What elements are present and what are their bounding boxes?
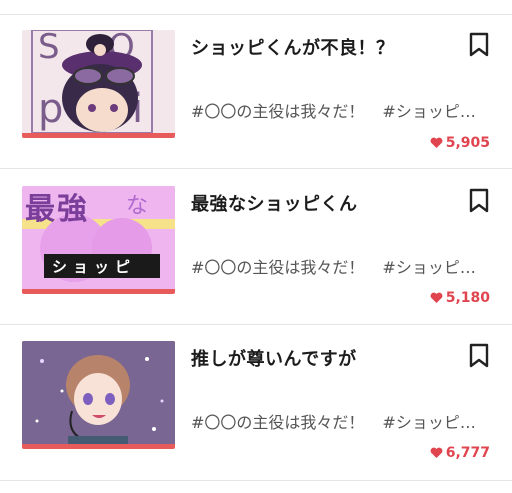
item-title[interactable]: ショッピくんが不良！？	[191, 34, 395, 60]
thumbnail-banner-text: ショッピ	[52, 258, 137, 276]
tag[interactable]: #〇〇の主役は我々だ！	[191, 258, 364, 277]
thumbnail-small-text: な	[126, 194, 149, 219]
bookmark-icon[interactable]	[468, 32, 490, 58]
divider	[0, 168, 512, 169]
item-title[interactable]: 推しが尊いんですが	[191, 345, 357, 371]
divider	[0, 480, 512, 481]
like-count-value: 5,180	[445, 290, 490, 306]
list-item[interactable]: S O p i ショッピくんが不良！？ #〇〇の主役は我々だ！ #ショッピ… 5,…	[0, 20, 512, 170]
tag-list: #〇〇の主役は我々だ！ #ショッピ…	[191, 254, 494, 278]
item-title[interactable]: 最強なショッピくん	[191, 190, 358, 216]
tag-list: #〇〇の主役は我々だ！ #ショッピ…	[191, 98, 494, 122]
like-count: 6,777	[430, 445, 490, 461]
list-item[interactable]: 最強 な ショッピ 最強なショッピくん #〇〇の主役は我々だ！ #ショッピ… 5,…	[0, 176, 512, 326]
thumbnail-art	[22, 341, 175, 444]
like-count-value: 6,777	[445, 445, 490, 461]
heart-icon	[430, 292, 443, 303]
like-count: 5,905	[430, 135, 490, 151]
heart-icon	[430, 137, 443, 148]
like-count: 5,180	[430, 290, 490, 306]
tag[interactable]: #ショッピ…	[382, 258, 475, 277]
tag[interactable]: #〇〇の主役は我々だ！	[191, 413, 364, 432]
thumbnail-image[interactable]: 最強 な ショッピ	[22, 186, 175, 294]
thumbnail-image[interactable]	[22, 341, 175, 449]
svg-text:S: S	[38, 30, 60, 67]
tag[interactable]: #ショッピ…	[382, 413, 475, 432]
bookmark-icon[interactable]	[468, 188, 490, 214]
divider	[0, 324, 512, 325]
tag-list: #〇〇の主役は我々だ！ #ショッピ…	[191, 409, 494, 433]
list-item[interactable]: 推しが尊いんですが #〇〇の主役は我々だ！ #ショッピ… 6,777	[0, 331, 512, 481]
svg-text:p: p	[38, 86, 63, 132]
like-count-value: 5,905	[445, 135, 490, 151]
thumbnail-image[interactable]: S O p i	[22, 30, 175, 138]
tag[interactable]: #〇〇の主役は我々だ！	[191, 102, 364, 121]
heart-icon	[430, 447, 443, 458]
tag[interactable]: #ショッピ…	[382, 102, 475, 121]
thumbnail-art: S O p i	[31, 30, 153, 133]
thumbnail-big-text: 最強	[25, 192, 89, 227]
divider	[0, 14, 512, 15]
bookmark-icon[interactable]	[468, 343, 490, 369]
